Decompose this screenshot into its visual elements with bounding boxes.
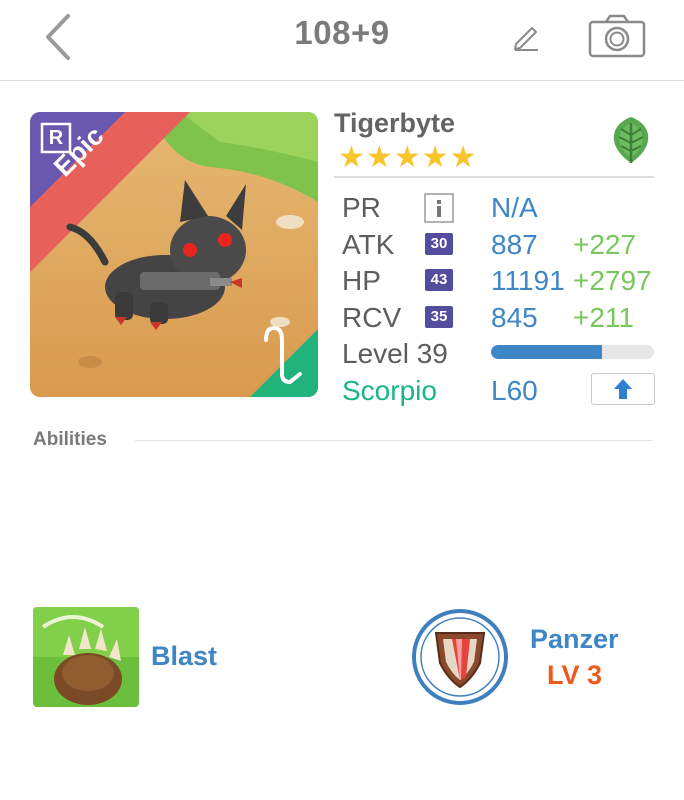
passive-ability-name[interactable]: Panzer	[530, 624, 619, 655]
stats-divider	[334, 176, 654, 178]
hp-value: 11191	[491, 265, 565, 296]
rcv-value: 845	[491, 302, 538, 333]
abilities-divider	[135, 440, 652, 441]
hp-bonus: +2797	[573, 265, 652, 296]
pencil-icon[interactable]	[510, 20, 542, 52]
rarity-badge: R	[48, 127, 64, 149]
hp-rank-badge: 43	[425, 269, 453, 291]
level-label: Level 39	[342, 338, 448, 369]
panzer-ability-icon[interactable]	[410, 607, 510, 707]
arrow-up-icon	[614, 379, 632, 399]
zodiac-label: Scorpio	[342, 375, 437, 406]
pr-label: PR	[342, 192, 381, 223]
zodiac-level: L60	[491, 375, 538, 406]
atk-value: 887	[491, 229, 538, 260]
pr-value: N/A	[491, 192, 538, 223]
blast-ability-icon[interactable]	[33, 607, 139, 707]
atk-label: ATK	[342, 229, 395, 260]
upgrade-button[interactable]	[591, 373, 655, 405]
star-rating: ★★★★★	[338, 141, 478, 174]
rcv-bonus: +211	[573, 302, 634, 333]
abilities-heading: Abilities	[33, 429, 107, 450]
leaf-icon	[613, 117, 649, 163]
level-progress-fill	[491, 345, 602, 359]
level-progress-bar	[491, 345, 654, 359]
page-title: 108+9	[294, 14, 390, 51]
rcv-label: RCV	[342, 302, 402, 333]
info-icon[interactable]	[424, 193, 454, 223]
rcv-rank-badge: 35	[425, 306, 453, 328]
passive-ability-level: LV 3	[547, 660, 603, 690]
hp-label: HP	[342, 265, 381, 296]
top-bar: 108+9	[0, 0, 684, 81]
atk-rank-badge: 30	[425, 233, 453, 255]
atk-bonus: +227	[573, 229, 637, 260]
active-ability-name[interactable]: Blast	[151, 641, 217, 672]
camera-icon[interactable]	[588, 14, 646, 58]
monster-name: Tigerbyte	[334, 108, 456, 138]
